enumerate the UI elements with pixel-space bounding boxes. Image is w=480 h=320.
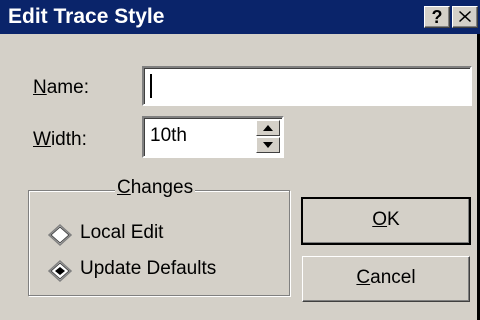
name-mnemonic: N — [33, 77, 47, 98]
cancel-mnemonic: C — [356, 267, 371, 288]
cancel-label-rest: ancel — [370, 267, 416, 288]
dialog-title: Edit Trace Style — [8, 5, 165, 28]
spin-up-button[interactable] — [256, 120, 280, 136]
ok-mnemonic: O — [372, 209, 388, 230]
help-button[interactable]: ? — [424, 6, 450, 28]
changes-caption-rest: hanges — [130, 177, 194, 198]
cancel-button[interactable]: Cancel — [302, 256, 470, 302]
width-spinbox[interactable]: 10th — [142, 116, 284, 158]
close-icon — [459, 11, 471, 22]
changes-caption: Changes — [115, 176, 196, 200]
ok-button[interactable]: OK — [301, 197, 471, 245]
name-label-rest: ame: — [46, 77, 89, 98]
close-button[interactable] — [452, 6, 478, 28]
title-bar: Edit Trace Style ? — [0, 0, 480, 34]
diamond-radio-selected-icon — [48, 260, 72, 282]
ok-label-rest: K — [387, 209, 400, 230]
name-label: Name: — [33, 76, 89, 100]
triangle-down-icon — [263, 142, 273, 148]
triangle-up-icon — [263, 125, 273, 131]
width-label-rest: idth: — [50, 129, 87, 150]
name-input[interactable] — [142, 66, 472, 106]
width-value[interactable]: 10th — [150, 124, 187, 148]
width-label: Width: — [33, 128, 87, 152]
changes-mnemonic: C — [117, 177, 131, 198]
text-caret — [150, 74, 152, 98]
diamond-radio-icon — [48, 224, 72, 246]
radio-update-defaults-label: Update Defaults — [80, 258, 217, 279]
width-mnemonic: W — [33, 129, 51, 150]
radio-local-edit-label: Local Edit — [80, 222, 164, 243]
spin-down-button[interactable] — [256, 137, 280, 153]
